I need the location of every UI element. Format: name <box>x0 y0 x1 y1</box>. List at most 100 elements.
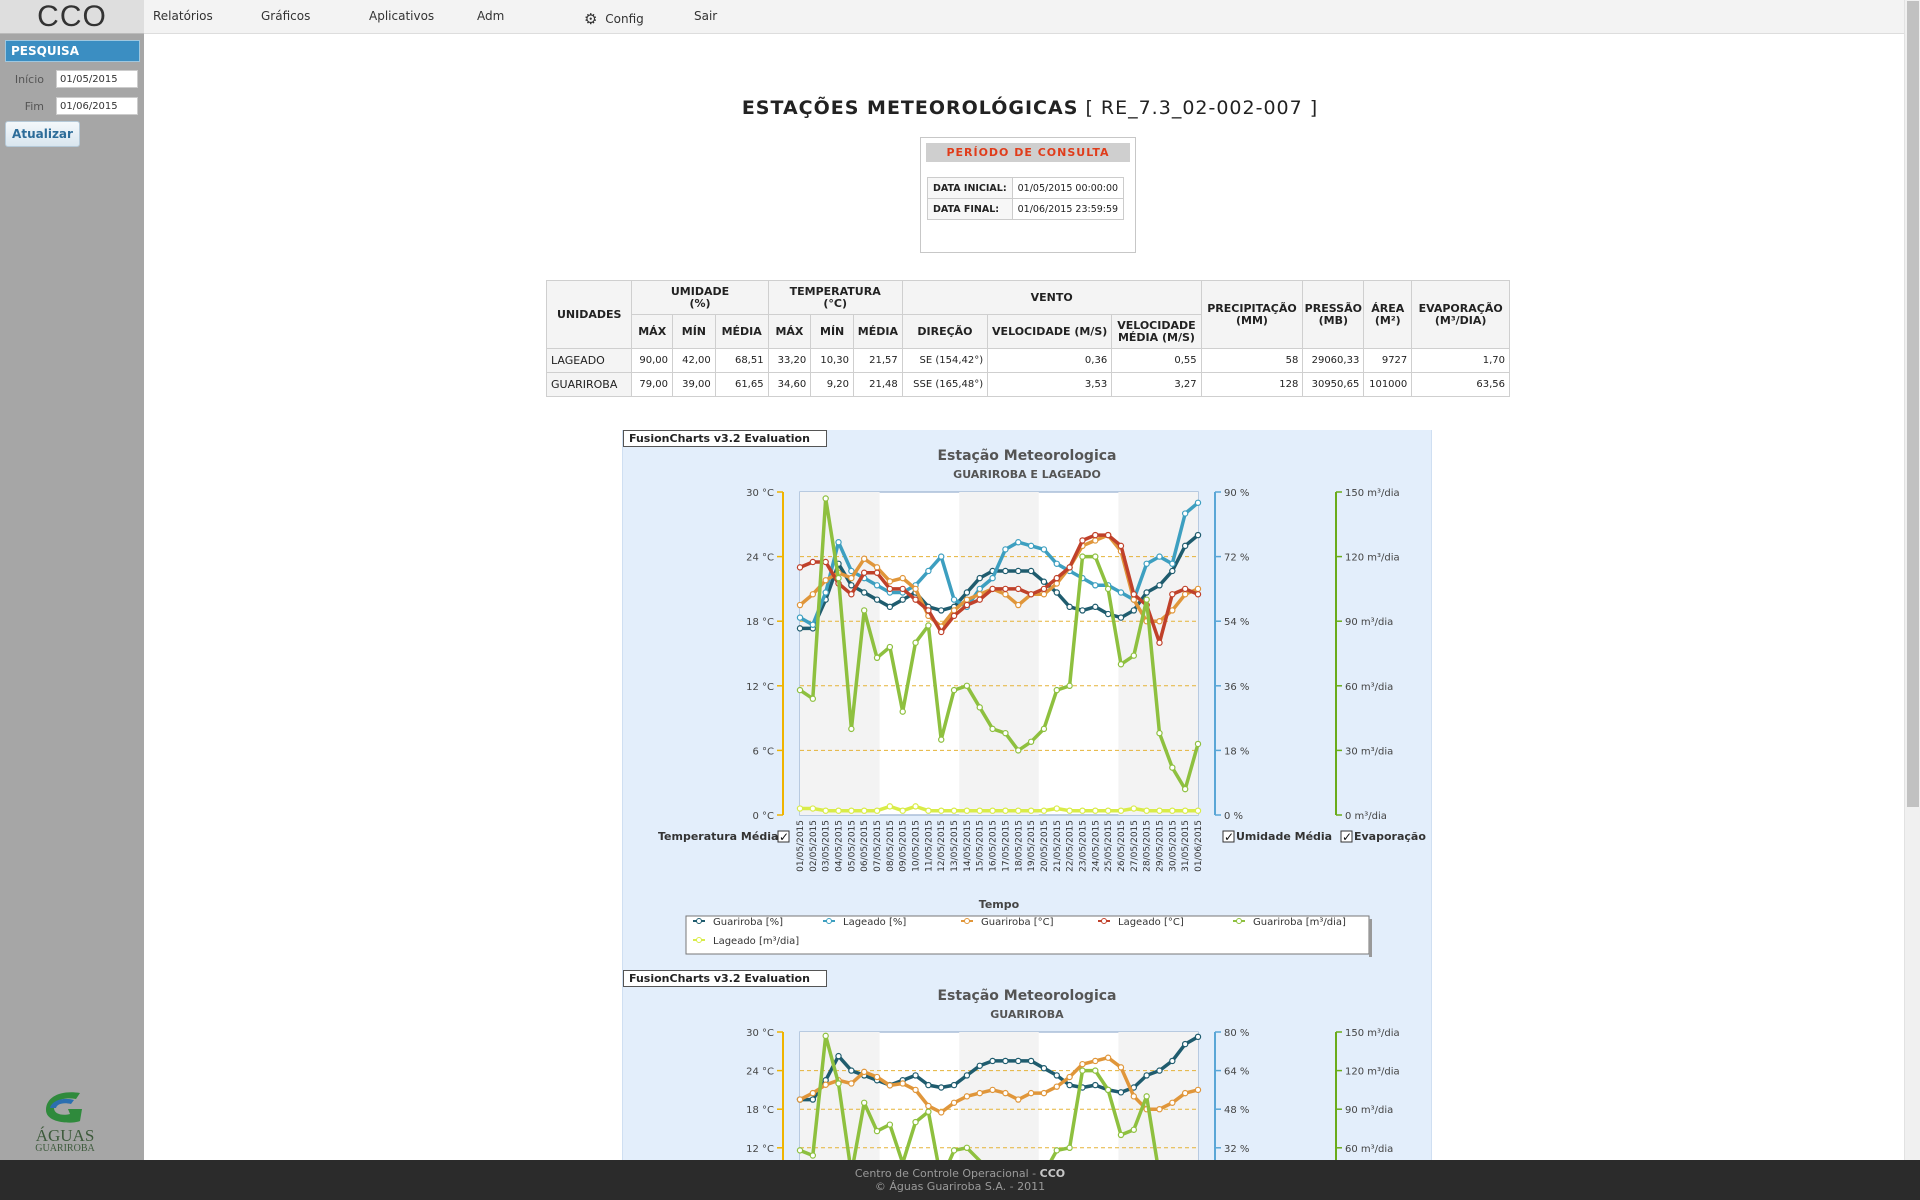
data-point <box>809 1152 817 1159</box>
tick-label: 30 °C <box>746 488 774 499</box>
tick-label: 60 m³/dia <box>1345 1144 1393 1155</box>
data-point <box>1002 807 1009 814</box>
data-point <box>886 803 894 810</box>
col-um-min: MÍN <box>672 314 716 349</box>
tick-label: 18 °C <box>746 617 774 628</box>
data-point <box>1130 1093 1138 1100</box>
chart-1-eval-label: FusionCharts v3.2 Evaluation <box>623 430 827 447</box>
data-point <box>1079 553 1086 560</box>
data-point <box>1027 1089 1035 1097</box>
data-point <box>796 686 804 694</box>
data-point <box>1169 567 1176 575</box>
legend-marker-dot <box>1101 918 1107 924</box>
data-point <box>989 1086 996 1094</box>
tick-label: 80 % <box>1224 1028 1249 1039</box>
data-point <box>860 555 868 562</box>
data-point <box>1053 560 1060 567</box>
data-point <box>1015 539 1022 546</box>
chart-title: Estação Meteorologica <box>937 448 1116 464</box>
legend-item: Guariroba [%] <box>713 917 783 928</box>
end-date-label: Fim <box>24 100 44 113</box>
cell-evaporacao: 63,56 <box>1411 372 1510 397</box>
table-row: LAGEADO 90,00 42,00 68,51 33,20 10,30 21… <box>545 348 1510 373</box>
data-point <box>1027 567 1035 575</box>
x-tick-label: 05/05/2015 <box>847 820 857 872</box>
x-tick-label: 17/05/2015 <box>1001 820 1011 872</box>
chart-subtitle: GUARIROBA <box>990 1008 1064 1021</box>
x-tick-label: 14/05/2015 <box>963 820 973 872</box>
data-point <box>950 1099 958 1106</box>
data-point <box>1092 531 1099 539</box>
tick-label: 0 % <box>1224 811 1243 822</box>
menu-adm[interactable]: Adm <box>477 9 504 23</box>
data-point <box>1181 807 1189 814</box>
data-point <box>1079 537 1086 544</box>
cell-t-max: 33,20 <box>767 348 812 373</box>
col-area: ÁREA (M²) <box>1363 280 1413 349</box>
data-point <box>1015 807 1022 814</box>
update-button[interactable]: Atualizar <box>5 121 80 147</box>
data-point <box>963 1093 971 1100</box>
data-point <box>1002 585 1009 593</box>
cell-velocidade: 3,53 <box>987 372 1113 397</box>
end-date-input[interactable] <box>56 97 138 115</box>
chart-title: Estação Meteorologica <box>937 988 1116 1004</box>
x-tick-label: 06/05/2015 <box>860 820 870 872</box>
tick-label: 12 °C <box>746 682 774 693</box>
data-point <box>1169 764 1176 771</box>
data-point <box>848 591 855 598</box>
menu-config[interactable]: ⚙ Config <box>584 9 644 28</box>
menu-aplicativos[interactable]: Aplicativos <box>369 9 434 23</box>
data-point <box>848 725 855 733</box>
data-point <box>976 704 983 711</box>
data-point <box>796 564 804 571</box>
cell-um-max: 90,00 <box>631 348 674 373</box>
start-date-input[interactable] <box>56 70 138 88</box>
data-point <box>1079 607 1086 614</box>
data-point <box>1104 610 1112 618</box>
tick-label: 48 % <box>1224 1105 1249 1116</box>
axis-name: Evaporação <box>1354 830 1426 843</box>
data-point <box>1015 567 1022 575</box>
data-point <box>938 628 945 636</box>
data-point <box>1092 1057 1099 1065</box>
data-point <box>912 1072 919 1079</box>
data-point <box>976 1089 983 1097</box>
scrollbar-thumb[interactable] <box>1907 1 1919 807</box>
x-tick-label: 02/05/2015 <box>809 820 819 872</box>
vertical-scrollbar[interactable] <box>1904 0 1920 1160</box>
data-point <box>963 589 971 596</box>
data-point <box>873 564 881 571</box>
data-point <box>950 807 958 814</box>
cell-area: 9727 <box>1363 348 1413 373</box>
data-point <box>886 1082 894 1089</box>
data-point <box>1040 578 1048 585</box>
data-point <box>1027 738 1035 745</box>
data-point <box>1194 591 1202 598</box>
data-point <box>925 1102 932 1110</box>
menu-relatorios[interactable]: Relatórios <box>153 9 213 23</box>
data-point <box>796 1147 804 1154</box>
tick-label: 0 m³/dia <box>1345 811 1387 822</box>
x-tick-label: 19/05/2015 <box>1027 820 1037 872</box>
data-point <box>1092 582 1099 589</box>
x-tick-label: 24/05/2015 <box>1091 820 1101 872</box>
data-point <box>809 695 817 702</box>
axis-name: Umidade Média <box>1236 830 1332 843</box>
x-tick-label: 01/06/2015 <box>1194 820 1204 872</box>
menu-sair[interactable]: Sair <box>694 9 717 23</box>
cell-precipitacao: 128 <box>1200 372 1304 397</box>
data-point <box>1156 553 1163 560</box>
end-value: 01/06/2015 23:59:59 <box>1011 198 1125 220</box>
data-point <box>925 607 932 614</box>
data-point <box>1156 729 1163 737</box>
data-point <box>899 585 906 593</box>
data-point <box>873 807 881 814</box>
data-point <box>1053 1072 1060 1079</box>
col-vento: VENTO <box>901 280 1202 315</box>
data-point <box>950 1147 958 1154</box>
data-point <box>1027 1057 1035 1065</box>
data-point <box>976 1062 983 1069</box>
data-point <box>1040 546 1048 553</box>
menu-graficos[interactable]: Gráficos <box>261 9 310 23</box>
